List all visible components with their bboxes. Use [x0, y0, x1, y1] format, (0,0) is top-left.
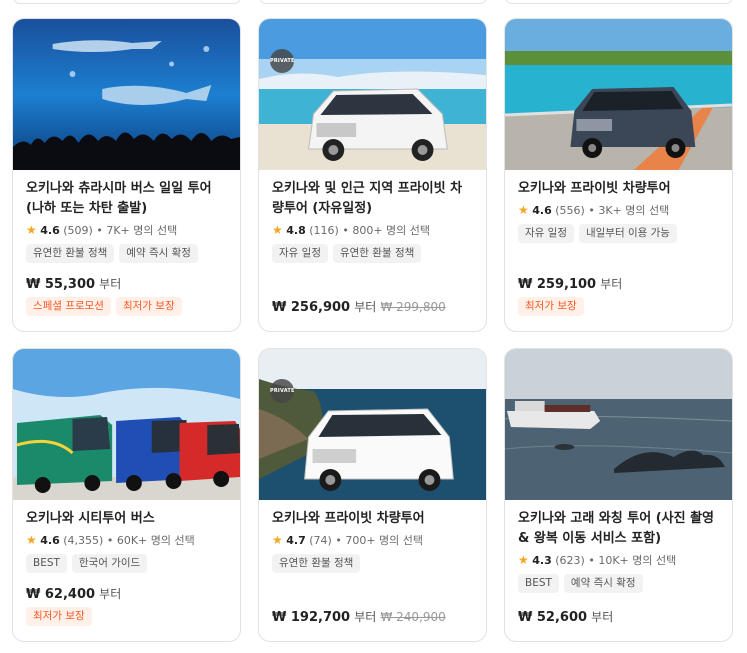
review-count: (623)	[555, 554, 585, 567]
original-price: ₩ 240,900	[380, 610, 446, 624]
price: ₩ 256,900	[272, 300, 351, 315]
star-icon: ★	[272, 533, 283, 547]
tag: 유연한 환불 정책	[272, 554, 361, 573]
tag-list: 자유 일정 유연한 환불 정책	[272, 244, 473, 263]
product-card[interactable]: 오키나와 츄라시마 버스 일일 투어 (나하 또는 차탄 출발) ★ 4.6 (…	[12, 18, 241, 332]
star-icon: ★	[272, 223, 283, 237]
product-title[interactable]: 오키나와 프라이빗 차량투어	[272, 509, 473, 529]
rating-line: ★ 4.7 (74) • 700+ 명의 선택	[272, 533, 424, 547]
product-image-van-bridge	[505, 19, 732, 170]
rating-line: ★ 4.3 (623) • 10K+ 명의 선택	[518, 553, 677, 567]
price-line: ₩ 256,900 부터 ₩ 299,800	[272, 298, 446, 315]
star-icon: ★	[518, 203, 529, 217]
review-count: (74)	[309, 534, 332, 547]
tag: 자유 일정	[518, 224, 574, 243]
promo-badge: 스페셜 프로모션	[26, 297, 111, 316]
rating-score: 4.6	[532, 204, 552, 217]
private-badge: PRIVATE	[270, 379, 294, 403]
rating-line: ★ 4.6 (4,355) • 60K+ 명의 선택	[26, 533, 195, 547]
product-image-aquarium	[13, 19, 240, 170]
review-count: (116)	[309, 224, 339, 237]
product-title[interactable]: 오키나와 프라이빗 차량투어	[518, 179, 719, 199]
booked-count: 60K+ 명의 선택	[116, 534, 195, 547]
rating-score: 4.3	[532, 554, 552, 567]
product-title[interactable]: 오키나와 고래 와칭 투어 (사진 촬영 & 왕복 이동 서비스 포함)	[518, 509, 719, 549]
product-card[interactable]: 오키나와 시티투어 버스 ★ 4.6 (4,355) • 60K+ 명의 선택 …	[12, 348, 241, 642]
rating-score: 4.7	[286, 534, 306, 547]
tag-list: BEST 한국어 가이드	[26, 554, 227, 573]
tag: 내일부터 이용 가능	[578, 224, 677, 243]
price: ₩ 259,100	[518, 277, 597, 292]
rating-score: 4.6	[40, 534, 60, 547]
booked-count: 7K+ 명의 선택	[106, 224, 178, 237]
rating-score: 4.8	[286, 224, 306, 237]
product-title[interactable]: 오키나와 츄라시마 버스 일일 투어 (나하 또는 차탄 출발)	[26, 179, 227, 219]
tag-list: 유연한 환불 정책	[272, 554, 473, 573]
tag: 자유 일정	[272, 244, 328, 263]
original-price: ₩ 299,800	[380, 300, 446, 314]
booked-count: 10K+ 명의 선택	[598, 554, 677, 567]
price-suffix: 부터	[354, 300, 377, 314]
price-suffix: 부터	[99, 587, 122, 601]
promo-badge: 최저가 보장	[26, 607, 92, 626]
price-suffix: 부터	[99, 277, 122, 291]
product-image-van-coast: PRIVATE	[259, 349, 486, 500]
rating-score: 4.6	[40, 224, 60, 237]
review-count: (509)	[63, 224, 93, 237]
price: ₩ 192,700	[272, 610, 351, 625]
tag: 유연한 환불 정책	[332, 244, 422, 263]
promo-list: 최저가 보장	[26, 607, 92, 626]
product-title[interactable]: 오키나와 시티투어 버스	[26, 509, 227, 529]
review-count: (4,355)	[63, 534, 104, 547]
star-icon: ★	[26, 223, 37, 237]
rating-line: ★ 4.6 (556) • 3K+ 명의 선택	[518, 203, 670, 217]
price-line: ₩ 55,300 부터	[26, 275, 121, 292]
star-icon: ★	[518, 553, 529, 567]
promo-badge: 최저가 보장	[115, 297, 182, 316]
price-line: ₩ 52,600 부터	[518, 608, 613, 625]
product-title[interactable]: 오키나와 및 인근 지역 프라이빗 차량투어 (자유일정)	[272, 179, 473, 219]
tag: 한국어 가이드	[71, 554, 148, 573]
price: ₩ 55,300	[26, 277, 96, 292]
product-card[interactable]: 오키나와 프라이빗 차량투어 ★ 4.6 (556) • 3K+ 명의 선택 자…	[504, 18, 733, 332]
price: ₩ 62,400	[26, 587, 96, 602]
price-suffix: 부터	[354, 610, 377, 624]
price-line: ₩ 192,700 부터 ₩ 240,900	[272, 608, 446, 625]
review-count: (556)	[555, 204, 585, 217]
tag: 예약 즉시 확정	[563, 574, 643, 593]
tag: 예약 즉시 확정	[119, 244, 198, 263]
promo-badge: 최저가 보장	[518, 297, 584, 316]
product-image-van-beach: PRIVATE	[259, 19, 486, 170]
product-card[interactable]: PRIVATE 오키나와 및 인근 지역 프라이빗 차량투어 (자유일정) ★ …	[258, 18, 487, 332]
star-icon: ★	[26, 533, 37, 547]
booked-count: 3K+ 명의 선택	[598, 204, 670, 217]
price: ₩ 52,600	[518, 610, 588, 625]
product-card[interactable]: 오키나와 고래 와칭 투어 (사진 촬영 & 왕복 이동 서비스 포함) ★ 4…	[504, 348, 733, 642]
promo-list: 스페셜 프로모션 최저가 보장	[26, 297, 182, 316]
product-card[interactable]: PRIVATE 오키나와 프라이빗 차량투어 ★ 4.7 (74) • 700+…	[258, 348, 487, 642]
booked-count: 700+ 명의 선택	[345, 534, 424, 547]
tag: BEST	[518, 574, 559, 593]
rating-line: ★ 4.6 (509) • 7K+ 명의 선택	[26, 223, 178, 237]
price-line: ₩ 259,100 부터	[518, 275, 622, 292]
product-image-buses	[13, 349, 240, 500]
previous-card-edge	[505, 0, 733, 4]
previous-card-edge	[259, 0, 487, 4]
price-line: ₩ 62,400 부터	[26, 585, 121, 602]
private-badge: PRIVATE	[270, 49, 294, 73]
tag: BEST	[26, 554, 67, 573]
tag-list: 유연한 환불 정책 예약 즉시 확정	[26, 244, 227, 263]
product-image-whale-watching	[505, 349, 732, 500]
previous-card-edge	[13, 0, 241, 4]
promo-list: 최저가 보장	[518, 297, 584, 316]
tag: 유연한 환불 정책	[26, 244, 115, 263]
price-suffix: 부터	[591, 610, 614, 624]
price-suffix: 부터	[600, 277, 623, 291]
tag-list: BEST 예약 즉시 확정	[518, 574, 719, 593]
booked-count: 800+ 명의 선택	[352, 224, 431, 237]
tag-list: 자유 일정 내일부터 이용 가능	[518, 224, 719, 243]
rating-line: ★ 4.8 (116) • 800+ 명의 선택	[272, 223, 431, 237]
